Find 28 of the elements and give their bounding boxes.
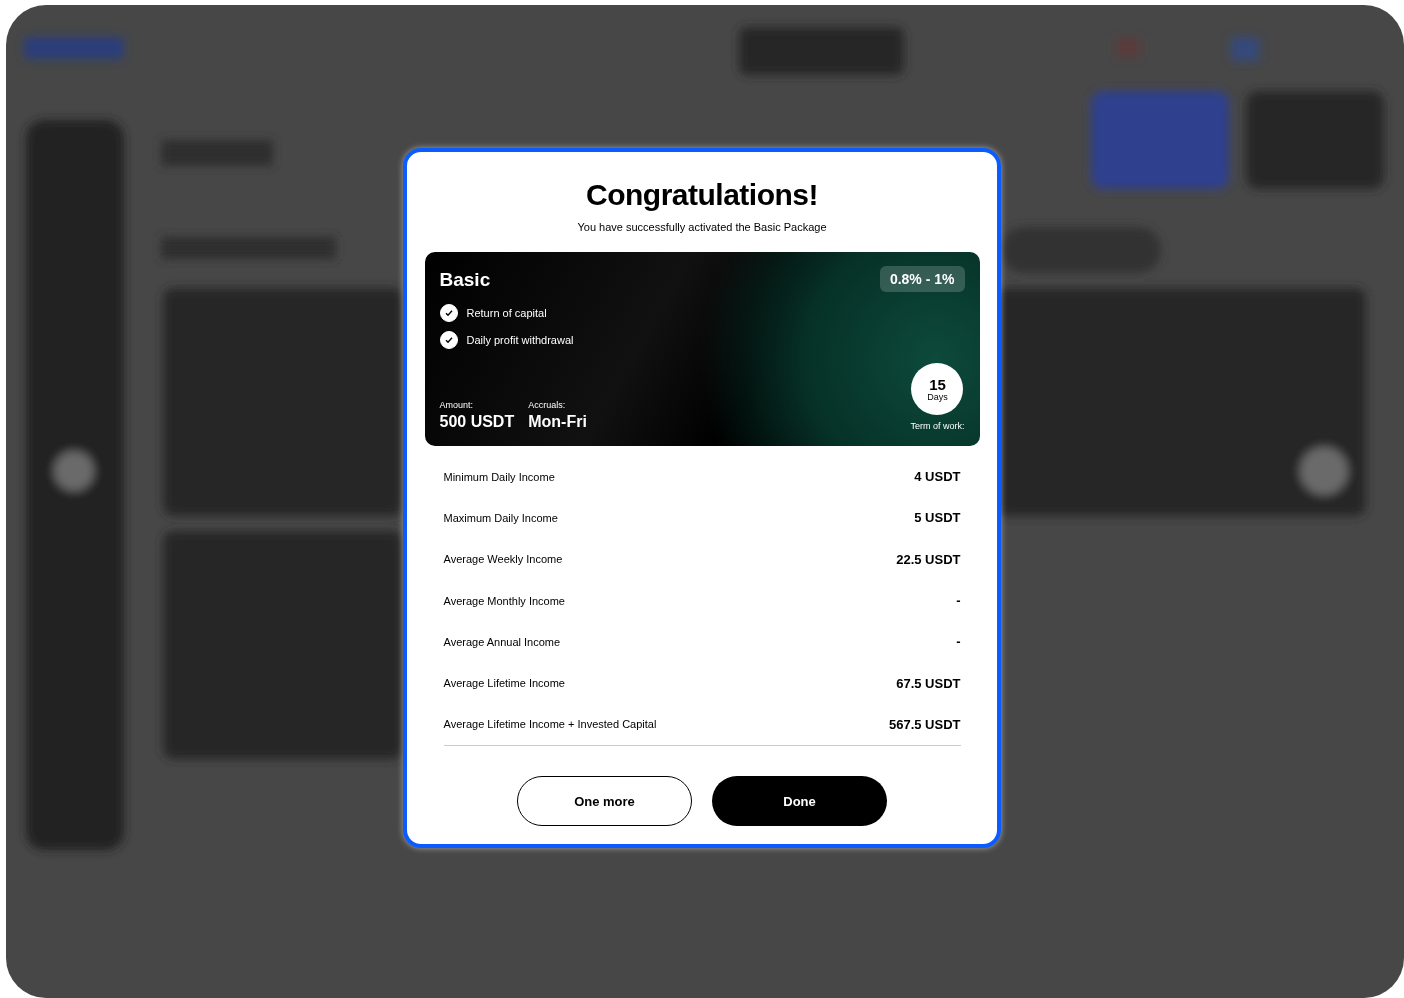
stat-label: Average Monthly Income [443, 594, 565, 607]
feature-label: Return of capital [466, 307, 547, 319]
done-button[interactable]: Done [712, 776, 887, 827]
accruals-label: Accruals: [528, 400, 567, 410]
stat-value: - [956, 634, 961, 650]
stat-label: Average Annual Income [443, 635, 561, 648]
rate-badge: 0.8% - 1% [879, 266, 965, 292]
stat-label: Average Lifetime Income + Invested Capital [443, 718, 657, 731]
stat-value: - [956, 593, 961, 609]
package-name: Basic [439, 269, 491, 291]
stat-label: Average Lifetime Income [443, 677, 565, 690]
term-label: Term of work: [910, 421, 965, 431]
stat-label: Average Weekly Income [443, 553, 563, 566]
amount-label: Amount: [439, 400, 475, 410]
stat-label: Minimum Daily Income [443, 470, 555, 483]
stat-value: 5 USDT [914, 510, 961, 526]
stat-value: 567.5 USDT [888, 716, 961, 732]
stat-label: Maximum Daily Income [443, 511, 558, 524]
amount-value: 500 USDT [439, 413, 515, 431]
modal-subtitle: You have successfully activated the Basic Package [577, 221, 827, 233]
term-badge: 15 Days [911, 363, 964, 415]
stat-value: 4 USDT [914, 469, 961, 485]
accruals-value: Mon-Fri [528, 413, 587, 431]
stat-value: 67.5 USDT [896, 675, 961, 691]
feature-label: Daily profit withdrawal [466, 334, 574, 346]
stat-value: 22.5 USDT [896, 551, 961, 567]
modal-title: Congratulations! [586, 178, 818, 212]
one-more-button[interactable]: One more [517, 776, 692, 827]
